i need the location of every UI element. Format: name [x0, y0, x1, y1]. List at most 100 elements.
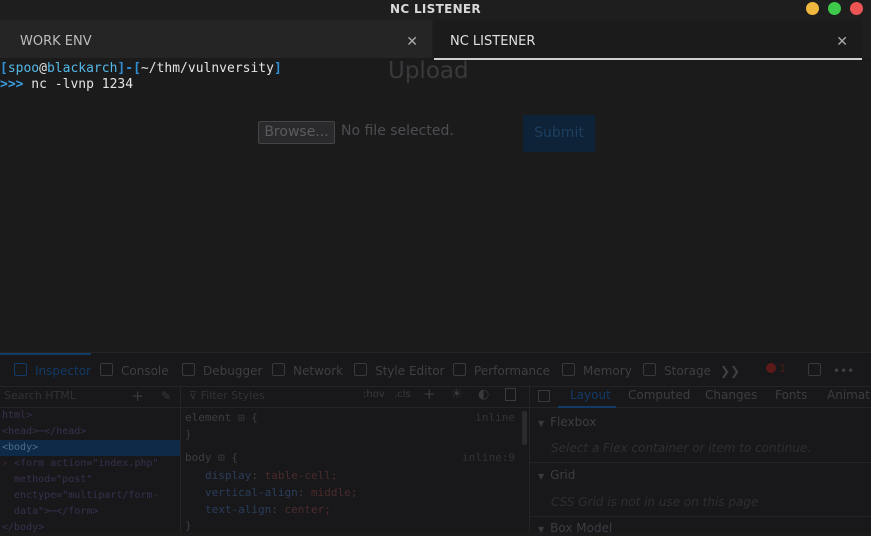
- tab-computed[interactable]: Computed: [628, 388, 690, 402]
- browse-button[interactable]: Browse...: [258, 121, 335, 144]
- property-value[interactable]: center;: [284, 503, 330, 516]
- dark-scheme-icon[interactable]: ◐: [478, 387, 489, 402]
- tab-label: Storage: [664, 364, 711, 378]
- markup-line-head[interactable]: <head>⋯</head>: [0, 424, 180, 440]
- declaration[interactable]: text-align: center;: [205, 503, 331, 516]
- terminal-area[interactable]: [0, 58, 871, 352]
- active-tab-indicator: [0, 353, 91, 355]
- terminal-command-line: >>> nc -lvnp 1234: [0, 77, 133, 92]
- box-model-section-header[interactable]: ▼ Box Model: [538, 521, 612, 535]
- tab-layout[interactable]: Layout: [570, 388, 611, 402]
- prompt-path: ~/thm/vulnversity: [140, 61, 274, 76]
- error-count-badge[interactable]: 1: [766, 362, 786, 375]
- grid-section-header[interactable]: ▼ Grid: [538, 468, 575, 482]
- window-title-bar: NC LISTENER: [0, 0, 871, 20]
- markup-line[interactable]: data">⋯</form>: [0, 504, 180, 520]
- tab-work-env[interactable]: WORK ENV ✕: [0, 20, 432, 58]
- upload-page-title: Upload: [388, 58, 469, 84]
- scrollbar[interactable]: [522, 411, 527, 445]
- markup-line[interactable]: </body>: [0, 520, 180, 536]
- toggle-sidebar-icon[interactable]: [538, 390, 550, 402]
- add-rule-icon[interactable]: +: [423, 385, 436, 403]
- performance-icon: [453, 363, 466, 376]
- window-title: NC LISTENER: [390, 2, 481, 16]
- minimize-button[interactable]: [806, 2, 819, 15]
- submit-button[interactable]: Submit: [523, 115, 595, 152]
- tab-performance[interactable]: Performance: [453, 361, 550, 381]
- tab-fonts[interactable]: Fonts: [775, 388, 807, 402]
- markup-panel: Search HTML + ✎ html> <head>⋯</head> <bo…: [0, 385, 181, 533]
- tab-label: Memory: [583, 364, 632, 378]
- network-icon: [272, 363, 285, 376]
- dock-side-icon[interactable]: [808, 361, 829, 381]
- print-media-icon[interactable]: [505, 388, 516, 401]
- markup-line[interactable]: › <form action="index.php": [0, 456, 180, 472]
- more-tabs-icon[interactable]: ❯❯: [720, 361, 740, 381]
- section-title: Box Model: [550, 521, 613, 535]
- tab-debugger[interactable]: Debugger: [182, 361, 262, 381]
- filter-placeholder: Filter Styles: [200, 389, 265, 402]
- prompt-separator: ]-[: [117, 61, 141, 76]
- markup-line-selected[interactable]: <body>: [0, 440, 180, 456]
- command-text: nc -lvnp 1234: [23, 77, 134, 92]
- filter-icon: ⊽: [189, 389, 201, 402]
- error-icon: [766, 363, 776, 373]
- tab-changes[interactable]: Changes: [705, 388, 757, 402]
- body-rule: body ⊡ {: [185, 451, 238, 464]
- property-name[interactable]: vertical-align: [205, 486, 298, 499]
- search-html-input[interactable]: Search HTML + ✎: [0, 385, 180, 408]
- filter-styles-input[interactable]: ⊽ Filter Styles: [189, 389, 265, 402]
- dock-icon: [808, 363, 821, 376]
- markup-line[interactable]: enctype="multipart/form-: [0, 488, 180, 504]
- prompt-host: blackarch: [46, 61, 118, 76]
- rule-source[interactable]: inline:9: [462, 451, 515, 464]
- prompt-bracket: [: [0, 61, 8, 76]
- expand-arrow-icon[interactable]: ›: [2, 458, 14, 469]
- prompt-at: @: [39, 61, 47, 76]
- open-brace: {: [231, 451, 238, 464]
- close-window-button[interactable]: [850, 2, 863, 15]
- tab-nc-listener[interactable]: NC LISTENER ✕: [434, 20, 862, 60]
- flexbox-section-header[interactable]: ▼ Flexbox: [538, 415, 596, 429]
- light-scheme-icon[interactable]: ☀: [451, 387, 463, 402]
- command-prefix: >>>: [0, 77, 24, 92]
- tab-inspector[interactable]: Inspector: [14, 361, 91, 381]
- tab-style-editor[interactable]: Style Editor: [354, 361, 444, 381]
- rules-toolbar: ⊽ Filter Styles :hov .cls + ☀ ◐: [181, 385, 529, 408]
- inspector-icon: [14, 363, 27, 376]
- element-picker-icon[interactable]: ⊡: [238, 411, 245, 424]
- tab-console[interactable]: Console: [100, 361, 169, 381]
- close-brace: }: [185, 519, 192, 532]
- tab-label: Console: [121, 364, 169, 378]
- declaration[interactable]: vertical-align: middle;: [205, 486, 357, 499]
- maximize-button[interactable]: [828, 2, 841, 15]
- grid-message: CSS Grid is not in use on this page: [551, 495, 759, 509]
- rule-source[interactable]: inline: [475, 411, 515, 424]
- menu-icon[interactable]: •••: [833, 361, 854, 381]
- property-name[interactable]: display: [205, 469, 251, 482]
- markup-line[interactable]: html>: [0, 408, 180, 424]
- collapse-triangle-icon: ▼: [538, 419, 545, 428]
- devtools-toolbar: Inspector Console Debugger Network Style…: [0, 352, 871, 387]
- rules-panel: ⊽ Filter Styles :hov .cls + ☀ ◐ element …: [181, 385, 530, 532]
- tab-label: Style Editor: [375, 364, 445, 378]
- sidebar-tabs: Layout Computed Changes Fonts Animati: [530, 385, 871, 408]
- property-value[interactable]: middle;: [311, 486, 357, 499]
- property-value[interactable]: table-cell;: [265, 469, 338, 482]
- property-name[interactable]: text-align: [205, 503, 271, 516]
- cls-toggle[interactable]: .cls: [394, 389, 411, 400]
- close-brace: }: [185, 428, 192, 441]
- hov-toggle[interactable]: :hov: [363, 389, 385, 400]
- add-node-icon[interactable]: +: [131, 385, 144, 407]
- tab-label: Debugger: [203, 364, 263, 378]
- tab-label: Inspector: [35, 364, 91, 378]
- tab-animations[interactable]: Animati: [827, 388, 871, 402]
- tab-network[interactable]: Network: [272, 361, 343, 381]
- element-picker-icon[interactable]: ⊡: [218, 451, 225, 464]
- tab-memory[interactable]: Memory: [562, 361, 632, 381]
- declaration[interactable]: display: table-cell;: [205, 469, 337, 482]
- eyedropper-icon[interactable]: ✎: [161, 385, 171, 407]
- storage-icon: [643, 363, 656, 376]
- tab-storage[interactable]: Storage: [643, 361, 711, 381]
- markup-line[interactable]: method="post": [0, 472, 180, 488]
